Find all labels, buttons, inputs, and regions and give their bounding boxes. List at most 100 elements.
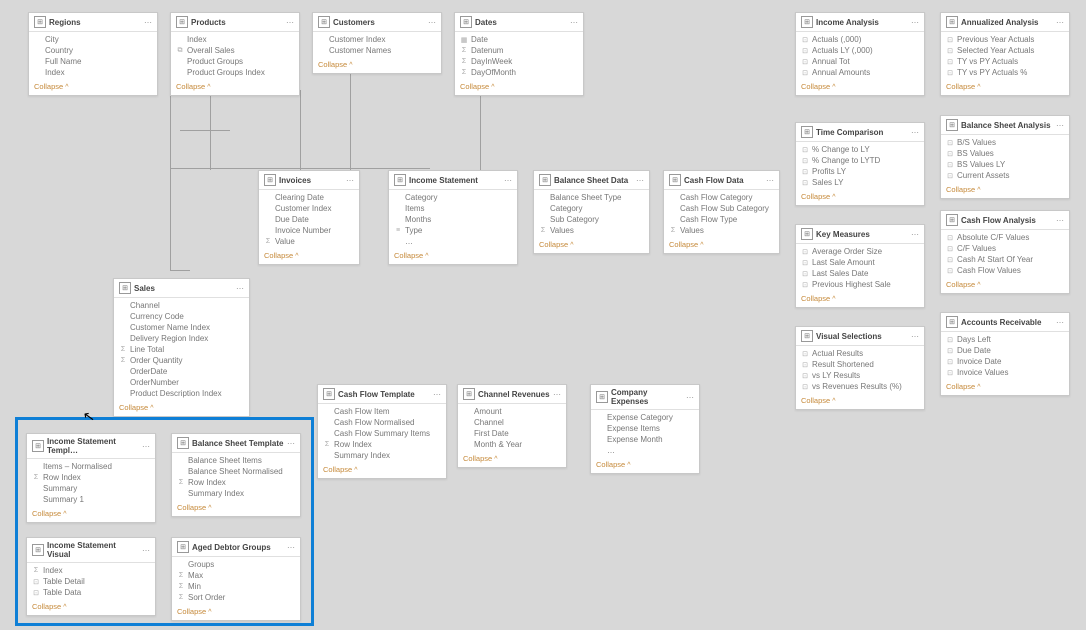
field-row[interactable]: ΣValues <box>534 225 649 236</box>
field-row[interactable]: Customer Index <box>259 203 359 214</box>
field-row[interactable]: Cash Flow Sub Category <box>664 203 779 214</box>
collapse-link[interactable]: Collapse^ <box>455 80 583 95</box>
chevron-down-icon[interactable]: ⋯ <box>686 393 694 402</box>
field-row[interactable]: ⊡Previous Highest Sale <box>796 279 924 290</box>
collapse-link[interactable]: Collapse^ <box>796 394 924 409</box>
table-header[interactable]: ⊞ Income Statement Templ… ⋯ <box>27 434 155 459</box>
field-row[interactable]: Clearing Date <box>259 192 359 203</box>
table-header[interactable]: ⊞ Customers ⋯ <box>313 13 441 32</box>
model-canvas[interactable]: ⊞ Regions ⋯ City Country Full Name Index… <box>0 0 1086 630</box>
field-row[interactable]: ⊡Table Data <box>27 587 155 598</box>
field-row[interactable]: Index <box>171 34 299 45</box>
table-time-comparison[interactable]: ⊞Time Comparison⋯ ⊡% Change to LY ⊡% Cha… <box>795 122 925 206</box>
collapse-link[interactable]: Collapse^ <box>27 507 155 522</box>
table-header[interactable]: ⊞ Sales ⋯ <box>114 279 249 298</box>
field-row[interactable]: ⊡Sales LY <box>796 177 924 188</box>
field-row[interactable]: Channel <box>458 417 566 428</box>
field-row[interactable]: Customer Index <box>313 34 441 45</box>
table-income-statement-visual[interactable]: ⊞ Income Statement Visual ⋯ ΣIndex ⊡Tabl… <box>26 537 156 616</box>
table-invoices[interactable]: ⊞ Invoices ⋯ Clearing Date Customer Inde… <box>258 170 360 265</box>
table-header[interactable]: ⊞ Cash Flow Template ⋯ <box>318 385 446 404</box>
field-row[interactable]: Expense Items <box>591 423 699 434</box>
table-header[interactable]: ⊞Cash Flow Analysis⋯ <box>941 211 1069 230</box>
table-header[interactable]: ⊞ Channel Revenues ⋯ <box>458 385 566 404</box>
chevron-down-icon[interactable]: ⋯ <box>570 18 578 27</box>
collapse-link[interactable]: Collapse^ <box>664 238 779 253</box>
field-row[interactable]: ΣDayOfMonth <box>455 67 583 78</box>
field-row[interactable]: ΣRow Index <box>172 477 300 488</box>
field-row[interactable]: ⊡B/S Values <box>941 137 1069 148</box>
table-visual-selections[interactable]: ⊞Visual Selections⋯ ⊡Actual Results ⊡Res… <box>795 326 925 410</box>
table-header[interactable]: ⊞Accounts Receivable⋯ <box>941 313 1069 332</box>
collapse-link[interactable]: Collapse^ <box>259 249 359 264</box>
field-row[interactable]: Groups <box>172 559 300 570</box>
field-row[interactable]: Summary 1 <box>27 494 155 505</box>
field-row[interactable]: ⊡% Change to LY <box>796 144 924 155</box>
table-header[interactable]: ⊞ Invoices ⋯ <box>259 171 359 190</box>
field-row[interactable]: Items <box>389 203 517 214</box>
field-row[interactable]: Amount <box>458 406 566 417</box>
field-row[interactable]: ⊡Last Sales Date <box>796 268 924 279</box>
field-row[interactable]: ⊡vs Revenues Results (%) <box>796 381 924 392</box>
chevron-down-icon[interactable]: ⋯ <box>911 332 919 341</box>
field-row[interactable]: Customer Name Index <box>114 322 249 333</box>
field-row[interactable]: Summary Index <box>172 488 300 499</box>
table-cash-flow-data[interactable]: ⊞ Cash Flow Data ⋯ Cash Flow Category Ca… <box>663 170 780 254</box>
table-key-measures[interactable]: ⊞Key Measures⋯ ⊡Average Order Size ⊡Last… <box>795 224 925 308</box>
field-row[interactable]: ⊡Annual Amounts <box>796 67 924 78</box>
collapse-link[interactable]: Collapse^ <box>941 380 1069 395</box>
field-row[interactable]: Month & Year <box>458 439 566 450</box>
collapse-link[interactable]: Collapse^ <box>172 605 300 620</box>
chevron-down-icon[interactable]: ⋯ <box>346 176 354 185</box>
field-row[interactable]: ⊡Due Date <box>941 345 1069 356</box>
table-header[interactable]: ⊞ Balance Sheet Data ⋯ <box>534 171 649 190</box>
chevron-down-icon[interactable]: ⋯ <box>1056 18 1064 27</box>
field-row[interactable]: Full Name <box>29 56 157 67</box>
field-row[interactable]: ⊡Cash Flow Values <box>941 265 1069 276</box>
collapse-link[interactable]: Collapse^ <box>171 80 299 95</box>
table-channel-revenues[interactable]: ⊞ Channel Revenues ⋯ Amount Channel Firs… <box>457 384 567 468</box>
field-row[interactable]: ⊡Profits LY <box>796 166 924 177</box>
field-row[interactable]: ≡Type <box>389 225 517 236</box>
field-row[interactable]: Expense Category <box>591 412 699 423</box>
chevron-down-icon[interactable]: ⋯ <box>142 546 150 555</box>
table-income-statement[interactable]: ⊞ Income Statement ⋯ Category Items Mont… <box>388 170 518 265</box>
field-row[interactable]: ΣLine Total <box>114 344 249 355</box>
table-annualized-analysis[interactable]: ⊞Annualized Analysis⋯ ⊡Previous Year Act… <box>940 12 1070 96</box>
table-balance-sheet-template[interactable]: ⊞ Balance Sheet Template ⋯ Balance Sheet… <box>171 433 301 517</box>
field-row[interactable]: Summary <box>27 483 155 494</box>
field-row[interactable]: ⊡Invoice Date <box>941 356 1069 367</box>
table-customers[interactable]: ⊞ Customers ⋯ Customer Index Customer Na… <box>312 12 442 74</box>
field-row[interactable]: ⊡Selected Year Actuals <box>941 45 1069 56</box>
table-aged-debtor-groups[interactable]: ⊞ Aged Debtor Groups ⋯ Groups ΣMax ΣMin … <box>171 537 301 621</box>
chevron-down-icon[interactable]: ⋯ <box>286 18 294 27</box>
table-header[interactable]: ⊞ Income Statement ⋯ <box>389 171 517 190</box>
field-row[interactable]: Due Date <box>259 214 359 225</box>
field-row[interactable]: ⊡Actuals (,000) <box>796 34 924 45</box>
field-row[interactable]: ⊡Last Sale Amount <box>796 257 924 268</box>
table-income-analysis[interactable]: ⊞Income Analysis⋯ ⊡Actuals (,000) ⊡Actua… <box>795 12 925 96</box>
chevron-down-icon[interactable]: ⋯ <box>1056 121 1064 130</box>
field-row[interactable]: Items – Normalised <box>27 461 155 472</box>
collapse-link[interactable]: Collapse^ <box>796 80 924 95</box>
chevron-down-icon[interactable]: ⋯ <box>236 284 244 293</box>
table-balance-sheet-data[interactable]: ⊞ Balance Sheet Data ⋯ Balance Sheet Typ… <box>533 170 650 254</box>
collapse-link[interactable]: Collapse^ <box>591 458 699 473</box>
collapse-link[interactable]: Collapse^ <box>941 80 1069 95</box>
field-row[interactable]: ΣRow Index <box>27 472 155 483</box>
table-header[interactable]: ⊞Income Analysis⋯ <box>796 13 924 32</box>
table-header[interactable]: ⊞Visual Selections⋯ <box>796 327 924 346</box>
field-row[interactable]: ⊡Table Detail <box>27 576 155 587</box>
field-row[interactable]: Expense Month <box>591 434 699 445</box>
field-row[interactable]: ⧉Overall Sales <box>171 45 299 56</box>
chevron-down-icon[interactable]: ⋯ <box>766 176 774 185</box>
field-row[interactable]: Category <box>534 203 649 214</box>
field-row[interactable]: ⊡Cash At Start Of Year <box>941 254 1069 265</box>
collapse-link[interactable]: Collapse^ <box>313 58 441 73</box>
table-header[interactable]: ⊞ Cash Flow Data ⋯ <box>664 171 779 190</box>
table-regions[interactable]: ⊞ Regions ⋯ City Country Full Name Index… <box>28 12 158 96</box>
table-company-expenses[interactable]: ⊞ Company Expenses ⋯ Expense Category Ex… <box>590 384 700 474</box>
chevron-down-icon[interactable]: ⋯ <box>142 442 150 451</box>
field-row[interactable]: ⊡Average Order Size <box>796 246 924 257</box>
field-row[interactable]: Summary Index <box>318 450 446 461</box>
